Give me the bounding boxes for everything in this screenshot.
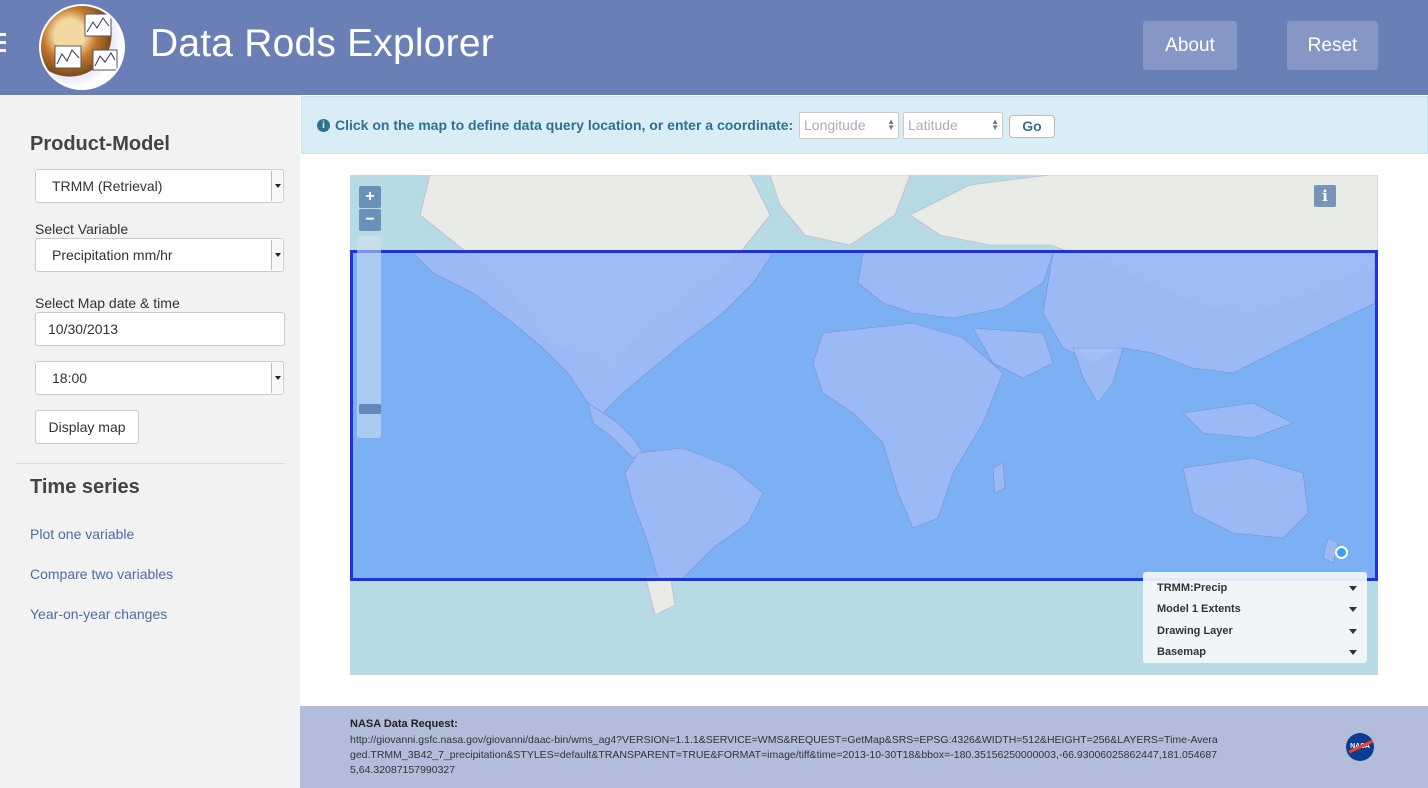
zoom-in-button[interactable]: + <box>359 186 381 208</box>
zoom-slider-handle[interactable] <box>359 404 381 414</box>
chevron-down-icon <box>271 171 282 201</box>
go-button[interactable]: Go <box>1009 115 1055 138</box>
query-instruction: Click on the map to define data query lo… <box>335 117 794 133</box>
chevron-down-icon <box>1349 629 1357 634</box>
reset-button[interactable]: Reset <box>1287 21 1378 70</box>
longitude-input[interactable]: Longitude ▲ ▼ <box>799 112 899 139</box>
query-info-bar: i Click on the map to define data query … <box>301 96 1428 154</box>
plot-one-variable-link[interactable]: Plot one variable <box>30 526 134 542</box>
time-value: 18:00 <box>52 370 88 386</box>
spinner-icon[interactable]: ▲ ▼ <box>991 118 999 132</box>
product-model-value: TRMM (Retrieval) <box>52 178 163 194</box>
layer-model-1-extents[interactable]: Model 1 Extents <box>1157 603 1357 615</box>
zoom-slider[interactable] <box>357 236 381 438</box>
nasa-logo: NASA <box>1346 733 1374 761</box>
request-url: http://giovanni.gsfc.nasa.gov/giovanni/d… <box>350 734 1218 776</box>
layer-label: Basemap <box>1157 646 1206 658</box>
chevron-down-icon <box>1349 586 1357 591</box>
layer-drawing-layer[interactable]: Drawing Layer <box>1157 625 1357 637</box>
info-icon: i <box>317 119 330 132</box>
request-title: NASA Data Request: <box>350 718 458 730</box>
display-map-button[interactable]: Display map <box>35 410 139 444</box>
variable-label: Select Variable <box>35 221 129 237</box>
chevron-down-icon <box>271 240 282 270</box>
sidebar: Product-Model TRMM (Retrieval) Select Va… <box>0 95 300 788</box>
layer-label: Drawing Layer <box>1157 625 1233 637</box>
latitude-placeholder: Latitude <box>908 117 958 133</box>
menu-icon[interactable] <box>0 33 6 55</box>
app-title: Data Rods Explorer <box>150 22 494 65</box>
chevron-down-icon <box>271 363 282 393</box>
time-select[interactable]: 18:00 <box>35 361 284 395</box>
layer-label: TRMM:Precip <box>1157 582 1228 594</box>
date-label: Select Map date & time <box>35 295 180 311</box>
query-point-marker[interactable] <box>1335 546 1348 559</box>
divider <box>16 463 285 464</box>
world-map-overlay <box>412 253 1375 578</box>
layer-switcher: TRMM:Precip Model 1 Extents Drawing Laye… <box>1143 572 1367 663</box>
chevron-down-icon <box>1349 607 1357 612</box>
spinner-icon[interactable]: ▲ ▼ <box>887 118 895 132</box>
map-info-button[interactable]: i <box>1314 185 1336 207</box>
chevron-down-icon <box>1349 650 1357 655</box>
layer-label: Model 1 Extents <box>1157 603 1241 615</box>
product-model-select[interactable]: TRMM (Retrieval) <box>35 169 284 203</box>
longitude-placeholder: Longitude <box>804 117 866 133</box>
variable-select[interactable]: Precipitation mm/hr <box>35 238 284 272</box>
product-model-title: Product-Model <box>30 133 170 155</box>
compare-two-variables-link[interactable]: Compare two variables <box>30 566 173 582</box>
map-canvas[interactable]: + − i TRMM:Precip Model 1 Extents Drawin… <box>350 175 1378 675</box>
query-extent-rect <box>350 250 1378 581</box>
variable-value: Precipitation mm/hr <box>52 247 173 263</box>
latitude-input[interactable]: Latitude ▲ ▼ <box>903 112 1003 139</box>
zoom-out-button[interactable]: − <box>359 209 381 231</box>
layer-basemap[interactable]: Basemap <box>1157 646 1357 658</box>
time-series-title: Time series <box>30 476 140 498</box>
app-logo <box>39 4 125 90</box>
layer-trmm-precip[interactable]: TRMM:Precip <box>1157 582 1357 594</box>
year-on-year-link[interactable]: Year-on-year changes <box>30 606 167 622</box>
date-input[interactable]: 10/30/2013 <box>35 312 285 346</box>
about-button[interactable]: About <box>1143 21 1237 70</box>
data-request-footer: NASA Data Request: http://giovanni.gsfc.… <box>300 706 1428 788</box>
app-header: Data Rods Explorer About Reset <box>0 0 1428 95</box>
